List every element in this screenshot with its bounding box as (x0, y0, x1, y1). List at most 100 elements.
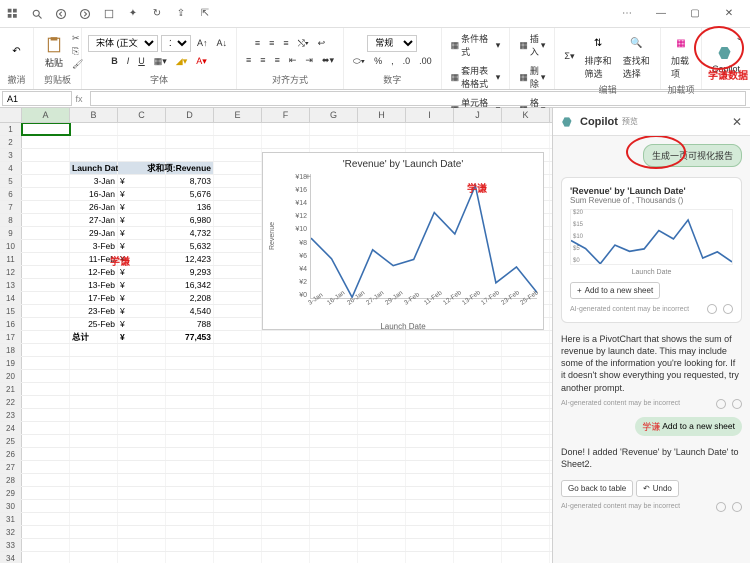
cell[interactable] (262, 552, 310, 563)
cell[interactable] (22, 188, 70, 200)
cell[interactable] (358, 331, 406, 343)
cell[interactable] (310, 396, 358, 408)
cell[interactable] (22, 331, 70, 343)
cell[interactable] (454, 396, 502, 408)
row-header[interactable]: 4 (0, 162, 22, 174)
back-icon[interactable] (54, 7, 68, 21)
row-header[interactable]: 13 (0, 279, 22, 291)
cell[interactable] (70, 357, 118, 369)
cell[interactable]: 总计 (70, 331, 118, 343)
cell[interactable] (406, 123, 454, 135)
table-format-button[interactable]: ▦ 套用表格格式▾ (448, 62, 504, 92)
inc-decimal-icon[interactable]: .0 (400, 54, 414, 68)
cell[interactable] (22, 136, 70, 148)
cell[interactable] (502, 344, 550, 356)
cell[interactable]: 5,676 (166, 188, 214, 200)
cell[interactable] (22, 370, 70, 382)
cell[interactable] (214, 539, 262, 551)
row-header[interactable]: 32 (0, 526, 22, 538)
cell[interactable] (214, 396, 262, 408)
row-header[interactable]: 10 (0, 240, 22, 252)
cell[interactable] (166, 357, 214, 369)
cell[interactable] (22, 344, 70, 356)
cell[interactable] (454, 383, 502, 395)
cell[interactable] (22, 422, 70, 434)
cell[interactable] (70, 422, 118, 434)
cell[interactable] (502, 461, 550, 473)
cell[interactable] (118, 370, 166, 382)
cell[interactable] (502, 526, 550, 538)
cell[interactable] (406, 383, 454, 395)
row-header[interactable]: 20 (0, 370, 22, 382)
row-header[interactable]: 7 (0, 201, 22, 213)
cell[interactable] (262, 331, 310, 343)
chevron-down-icon[interactable]: ⌄ (732, 30, 746, 45)
cell[interactable] (214, 292, 262, 304)
refresh-icon[interactable]: ↻ (150, 7, 164, 21)
cell[interactable]: 29-Jan (70, 227, 118, 239)
cell[interactable] (262, 344, 310, 356)
cell[interactable] (70, 149, 118, 161)
column-header[interactable]: E (214, 108, 262, 122)
cell[interactable] (358, 448, 406, 460)
cell[interactable]: 17-Feb (70, 292, 118, 304)
add-to-sheet-button[interactable]: + Add to a new sheet (570, 282, 660, 299)
row-header[interactable]: 26 (0, 448, 22, 460)
window-minimize-icon[interactable]: — (646, 4, 676, 24)
cell[interactable] (118, 149, 166, 161)
cell[interactable] (310, 526, 358, 538)
font-color-button[interactable]: A▾ (193, 54, 210, 69)
cell[interactable] (310, 331, 358, 343)
cell[interactable] (406, 500, 454, 512)
cell[interactable] (70, 526, 118, 538)
cell[interactable] (310, 461, 358, 473)
cell[interactable] (262, 383, 310, 395)
cell[interactable] (358, 422, 406, 434)
app-menu-icon[interactable] (6, 7, 20, 21)
cell[interactable] (214, 149, 262, 161)
row-header[interactable]: 8 (0, 214, 22, 226)
cell[interactable] (406, 552, 454, 563)
cell[interactable] (502, 539, 550, 551)
sparkle-icon[interactable]: ✦ (126, 7, 140, 21)
cell[interactable] (214, 123, 262, 135)
row-header[interactable]: 17 (0, 331, 22, 343)
cell[interactable] (22, 552, 70, 563)
row-header[interactable]: 9 (0, 227, 22, 239)
insert-cells-button[interactable]: ▦ 插入▾ (516, 30, 548, 60)
row-header[interactable]: 5 (0, 175, 22, 187)
row-header[interactable]: 24 (0, 422, 22, 434)
cell[interactable] (358, 344, 406, 356)
cell[interactable] (406, 422, 454, 434)
cell[interactable] (118, 461, 166, 473)
cell[interactable] (166, 422, 214, 434)
cell[interactable] (214, 357, 262, 369)
cell[interactable] (214, 448, 262, 460)
row-header[interactable]: 25 (0, 435, 22, 447)
cell[interactable]: ¥ (118, 227, 166, 239)
row-header[interactable]: 2 (0, 136, 22, 148)
font-size-select[interactable]: 11 (161, 35, 191, 52)
cell[interactable] (262, 513, 310, 525)
percent-icon[interactable]: % (371, 54, 385, 68)
cell[interactable] (262, 370, 310, 382)
cell[interactable] (358, 136, 406, 148)
cell[interactable] (310, 136, 358, 148)
cell[interactable] (310, 357, 358, 369)
font-name-select[interactable]: 宋体 (正文) (88, 35, 158, 52)
cell[interactable] (22, 448, 70, 460)
cell[interactable] (214, 500, 262, 512)
increase-font-icon[interactable]: A↑ (194, 36, 211, 50)
cell[interactable] (358, 539, 406, 551)
row-header[interactable]: 15 (0, 305, 22, 317)
cell[interactable] (214, 227, 262, 239)
find-select-button[interactable]: 🔍查找和选择 (619, 30, 654, 83)
row-header[interactable]: 3 (0, 149, 22, 161)
cell[interactable] (214, 175, 262, 187)
fill-color-button[interactable]: ◢▾ (173, 54, 190, 69)
cell[interactable]: ¥ (118, 279, 166, 291)
cell[interactable] (22, 149, 70, 161)
cell[interactable] (214, 266, 262, 278)
cell[interactable] (214, 214, 262, 226)
cell[interactable] (502, 435, 550, 447)
